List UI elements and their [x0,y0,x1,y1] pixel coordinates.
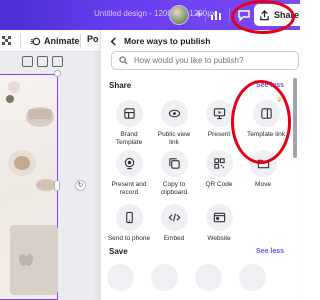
share-section-title: Share [109,81,132,90]
brand-template-icon [123,108,135,119]
embed-icon [168,213,180,222]
duplicate-icon[interactable] [37,56,48,67]
publish-search-input[interactable] [134,56,294,65]
phone-icon [125,211,133,224]
present-icon [213,108,225,120]
resize-handle[interactable] [54,70,61,77]
tile-label: Present and record [111,181,147,197]
present-record-icon [124,157,134,170]
rotate-handle[interactable]: ↻ [75,180,86,191]
save-options-row [107,264,297,300]
selected-photo-element[interactable] [0,74,58,300]
save-section-title: Save [109,247,128,256]
share-option-send-to-phone[interactable]: Send to phone [107,204,151,243]
resize-handle[interactable] [54,180,60,191]
share-option-embed[interactable]: Embed [152,204,196,243]
toolbar-divider [229,8,230,22]
more-ways-to-publish-panel: More ways to publish Share See less Bran… [100,30,300,300]
share-option-qr-code[interactable]: QR Code [197,150,241,189]
link-eye-icon [168,109,180,118]
share-option-website[interactable]: Website [197,204,241,243]
animate-button[interactable]: Animate [30,34,80,48]
lock-icon[interactable] [22,56,33,67]
annotation-circle-template-link [231,80,291,164]
annotation-circle-share [231,0,295,34]
share-option-copy-to-clipboard[interactable]: Copy to clipboard [152,150,196,197]
back-arrow-icon[interactable] [109,36,118,46]
tile-label: Copy to clipboard [160,181,188,197]
add-collaborator-button[interactable]: + [192,7,206,21]
share-option-present-and-record[interactable]: Present and record [107,150,151,197]
desk-photo-illustration [0,81,58,295]
toolbar-divider [205,8,206,22]
panel-title: More ways to publish [124,36,211,46]
position-button[interactable]: Po [87,34,99,48]
add-page-icon[interactable] [52,56,63,67]
tile-label: QR Code [205,181,233,188]
save-option[interactable] [107,264,134,291]
user-avatar[interactable] [169,5,189,25]
animate-icon [30,37,41,45]
tile-label: Brand Template [115,131,143,147]
toolbar-divider [80,34,81,48]
toolbar-divider [20,34,21,48]
editor-toolbar: Animate Po [0,30,100,52]
copy-icon [168,158,180,169]
tile-label: Public view link [157,131,191,147]
publish-search-box[interactable] [111,51,299,70]
tile-label: Send to phone [107,235,151,242]
save-see-less-link[interactable]: See less [256,248,284,255]
animate-label: Animate [44,36,80,46]
insights-button[interactable] [208,7,224,23]
bar-chart-icon [211,11,221,20]
tile-label: Embed [163,235,185,242]
tile-label: Present [207,131,231,138]
element-mini-toolbar [22,56,72,69]
checkerboard-icon[interactable] [2,36,13,46]
save-option[interactable] [239,264,266,291]
share-option-public-view-link[interactable]: Public view link [152,100,196,147]
tile-label: Website [207,235,231,242]
panel-header: More ways to publish [109,36,210,46]
tile-label: Move [255,181,271,188]
qr-code-icon [213,158,225,169]
panel-scrollbar[interactable] [293,78,297,158]
save-option[interactable] [195,264,222,291]
save-option[interactable] [151,264,178,291]
search-icon [119,56,128,65]
website-icon [213,212,225,223]
share-option-brand-template[interactable]: Brand Template [107,100,151,147]
